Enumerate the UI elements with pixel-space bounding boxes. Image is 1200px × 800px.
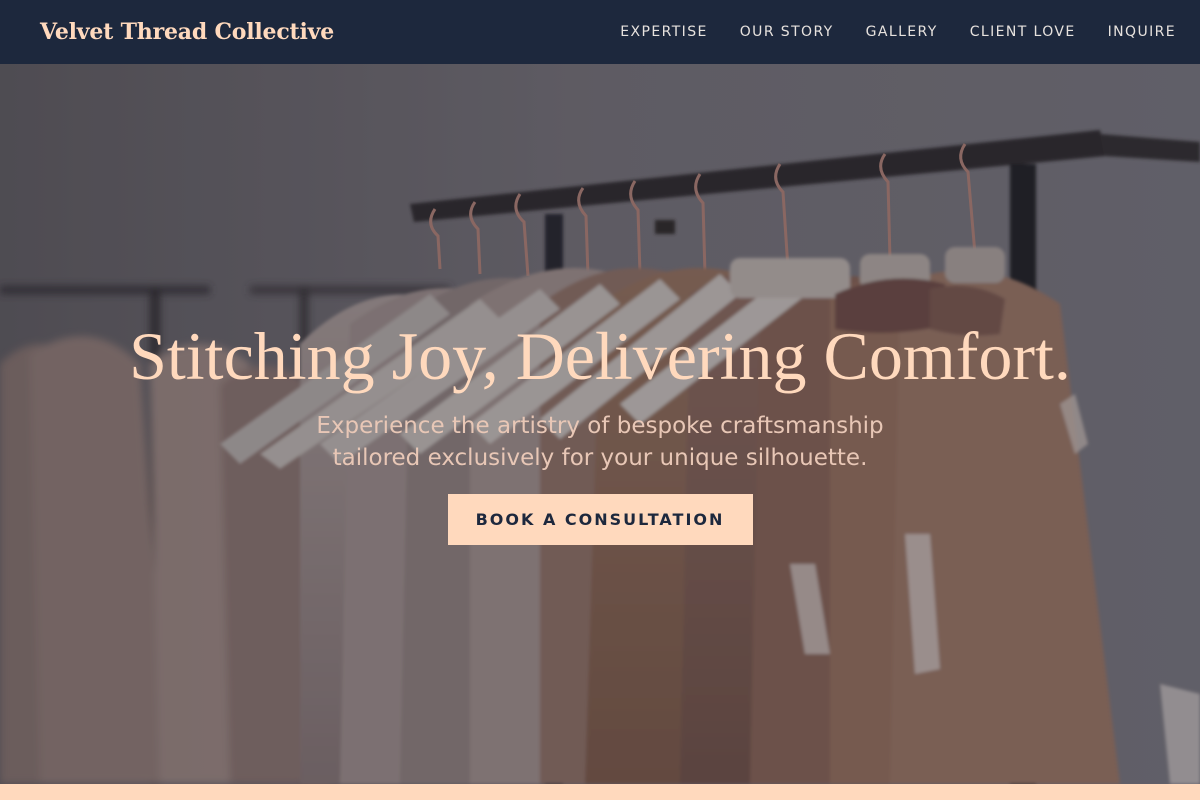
nav-link-expertise[interactable]: EXPERTISE xyxy=(620,24,707,40)
hero-section: Stitching Joy, Delivering Comfort. Exper… xyxy=(0,64,1200,784)
nav-link-inquire[interactable]: INQUIRE xyxy=(1108,24,1176,40)
book-consultation-button[interactable]: BOOK A CONSULTATION xyxy=(447,494,753,545)
hero-content: Stitching Joy, Delivering Comfort. Exper… xyxy=(0,314,1200,545)
next-section-peek xyxy=(0,784,1200,800)
brand-logo[interactable]: Velvet Thread Collective xyxy=(40,19,334,45)
top-navbar: Velvet Thread Collective EXPERTISE OUR S… xyxy=(0,0,1200,64)
nav-link-our-story[interactable]: OUR STORY xyxy=(740,24,834,40)
nav-link-client-love[interactable]: CLIENT LOVE xyxy=(970,24,1076,40)
main-nav: EXPERTISE OUR STORY GALLERY CLIENT LOVE … xyxy=(620,24,1176,40)
hero-title: Stitching Joy, Delivering Comfort. xyxy=(129,318,1071,394)
nav-link-gallery[interactable]: GALLERY xyxy=(866,24,938,40)
hero-subtitle: Experience the artistry of bespoke craft… xyxy=(316,413,884,471)
